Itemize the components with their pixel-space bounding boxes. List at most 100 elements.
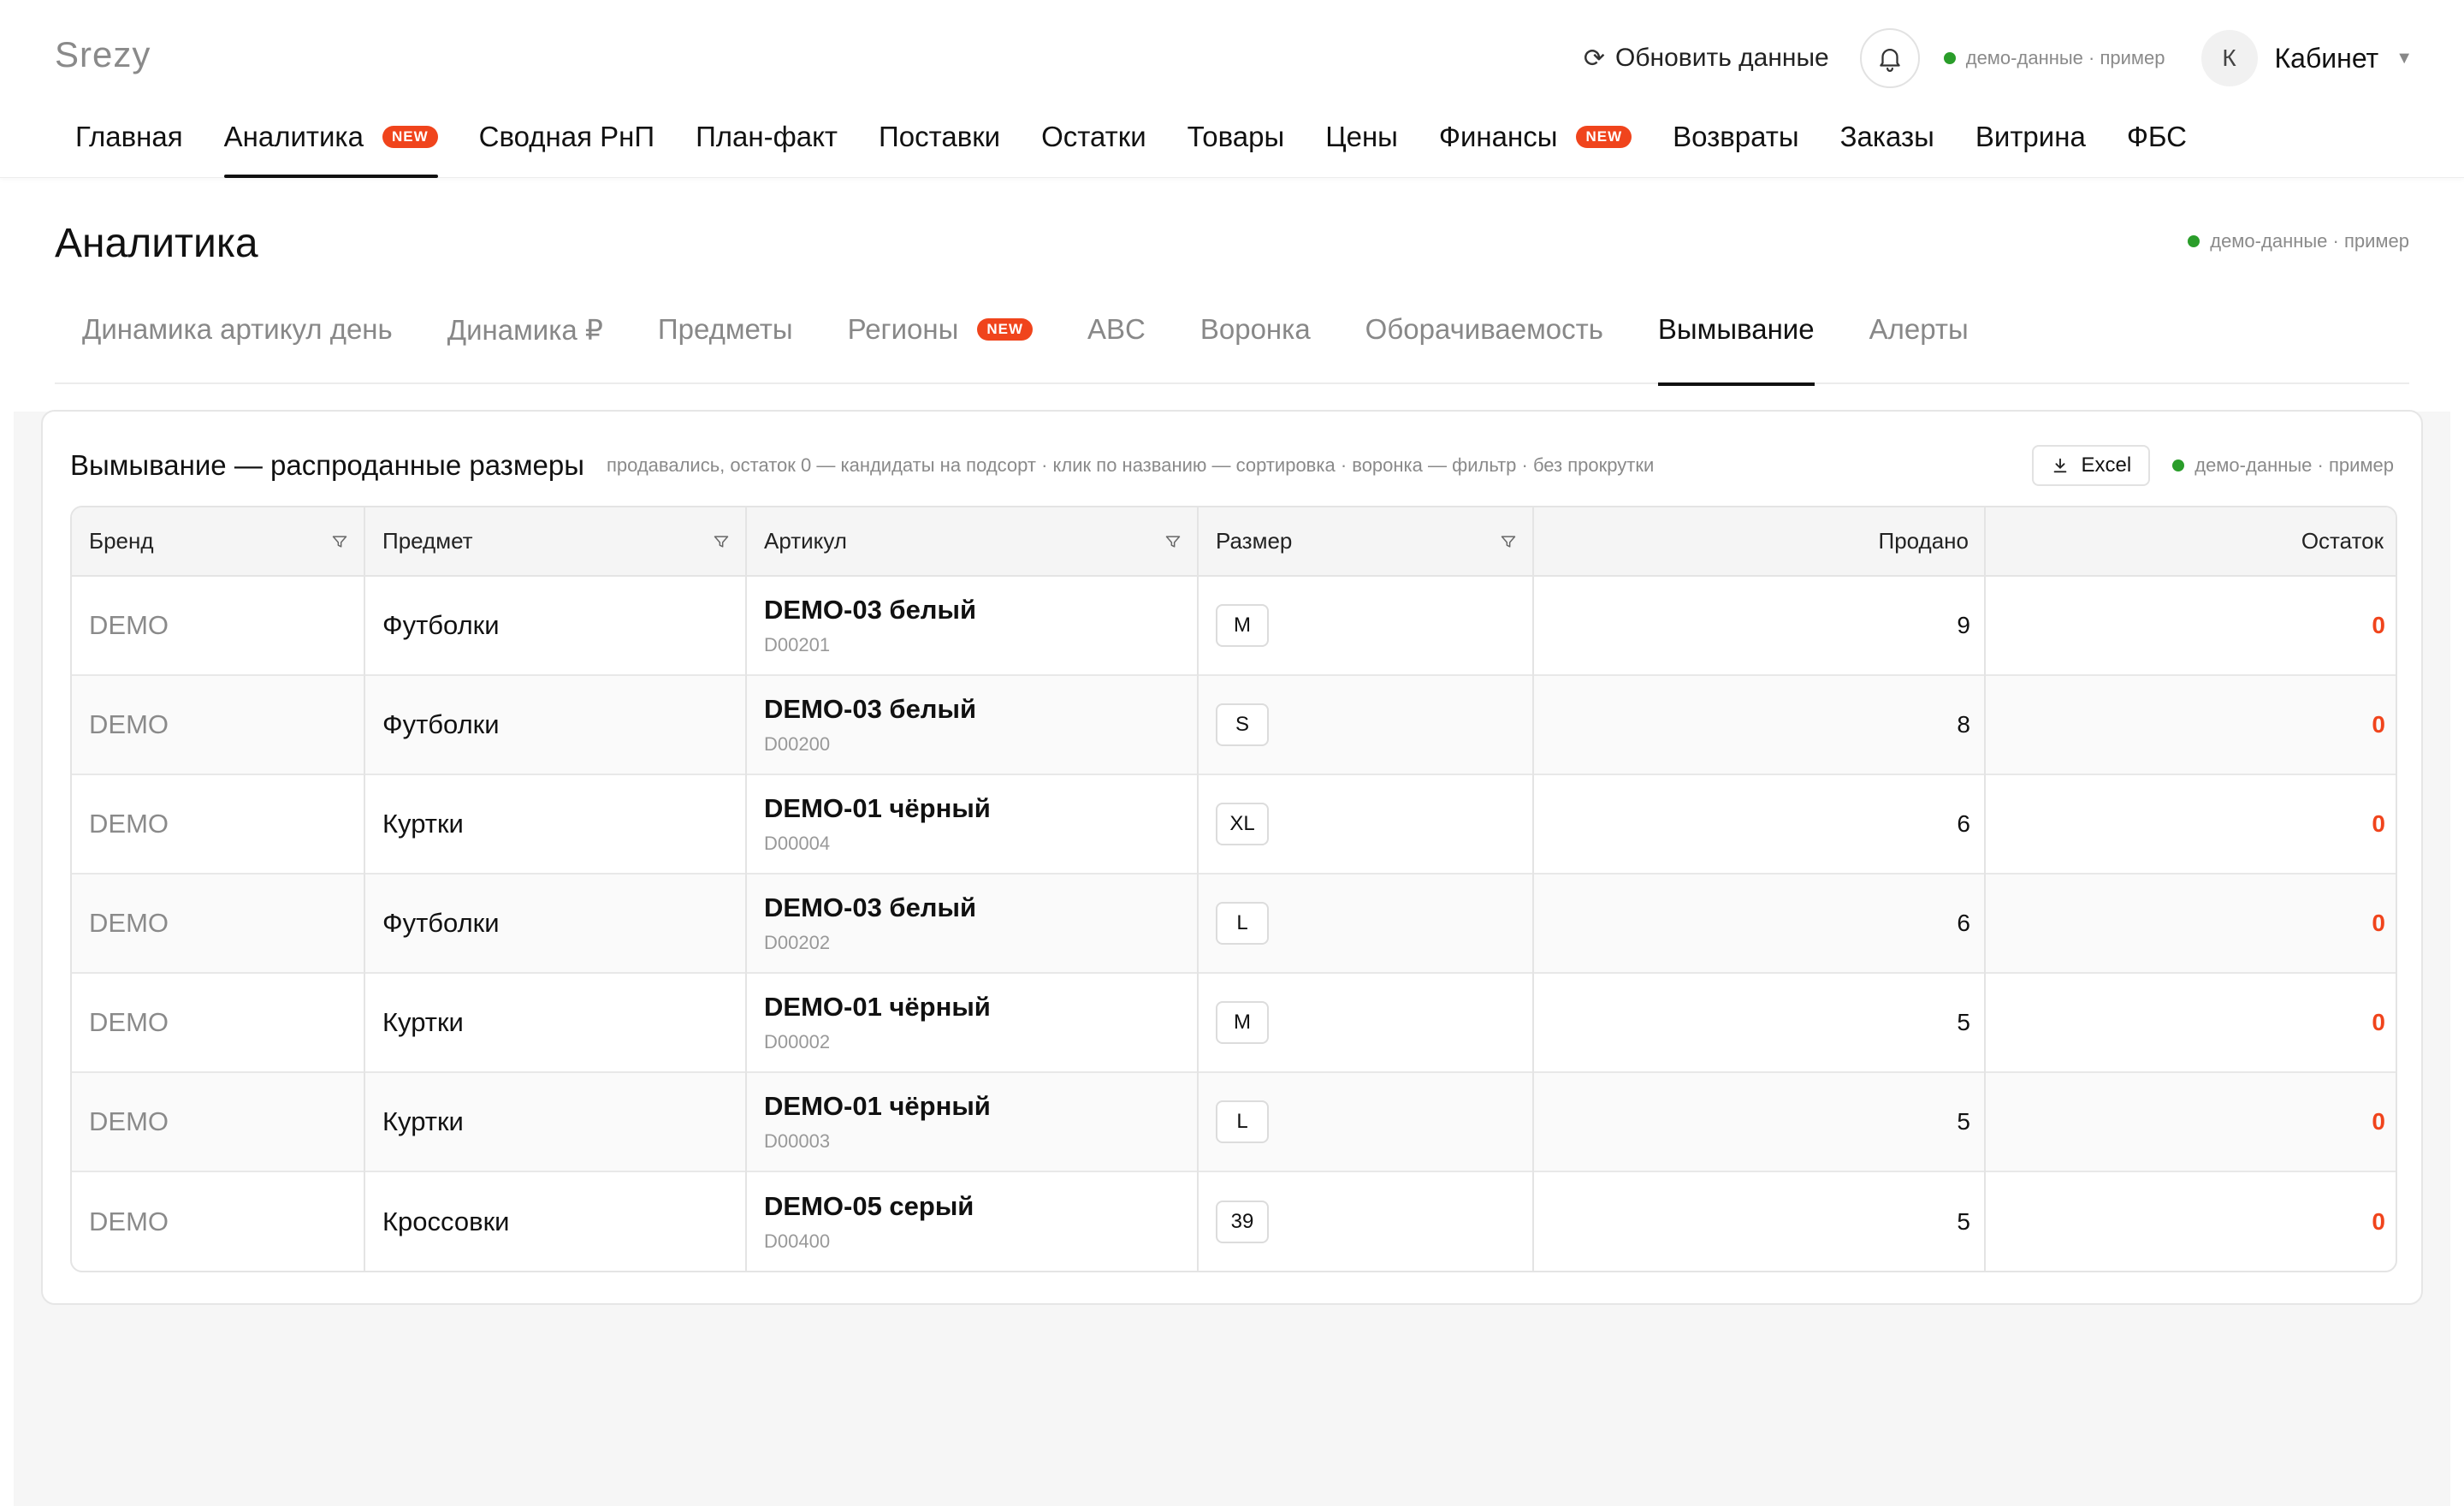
nav-label: Цены [1325, 121, 1398, 152]
nav-label: Сводная РнП [478, 121, 655, 152]
excel-export-button[interactable]: Excel [2031, 445, 2151, 486]
nav-item-prices[interactable]: Цены [1325, 116, 1398, 178]
tab-article-dynamics-day[interactable]: Динамика артикул день [82, 299, 393, 384]
refresh-icon: ⟳ [1583, 44, 1605, 73]
nav-item-showcase[interactable]: Витрина [1975, 116, 2086, 178]
column-header-subject[interactable]: Предмет [364, 507, 747, 577]
cell-sold: 6 [1533, 874, 1986, 973]
table-row[interactable]: DEMO Куртки DEMO-01 чёрный D00003 L 5 0 [72, 1072, 2396, 1171]
nav-label: План-факт [696, 121, 838, 152]
nav-item-analytics[interactable]: Аналитика NEW [223, 116, 438, 178]
table-row[interactable]: DEMO Куртки DEMO-01 чёрный D00004 XL 6 0 [72, 774, 2396, 874]
nav-item-products[interactable]: Товары [1188, 116, 1285, 178]
page-title: Аналитика [55, 221, 258, 266]
nav-item-home[interactable]: Главная [75, 116, 183, 178]
tab-washout[interactable]: Вымывание [1657, 299, 1815, 386]
tab-turnover[interactable]: Оборачиваемость [1365, 299, 1603, 384]
article-name[interactable]: DEMO-05 серый [764, 1191, 1180, 1222]
cell-subject: Куртки [364, 973, 747, 1072]
column-header-sold[interactable]: Продано [1533, 507, 1986, 577]
cell-size: 39 [1198, 1171, 1534, 1271]
cell-subject: Футболки [364, 576, 747, 675]
app-header: Srezy ⟳ Обновить данные демо-данные · пр… [0, 0, 2464, 178]
nav-item-returns[interactable]: Возвраты [1673, 116, 1798, 178]
nav-label: Возвраты [1673, 121, 1799, 152]
chevron-down-icon: ▼ [2396, 48, 2413, 68]
column-header-article[interactable]: Артикул [746, 507, 1199, 577]
nav-item-plan-fact[interactable]: План-факт [696, 116, 838, 178]
cell-subject: Футболки [364, 874, 747, 973]
tab-dynamics-rub[interactable]: Динамика ₽ [447, 299, 603, 384]
table-row[interactable]: DEMO Кроссовки DEMO-05 серый D00400 39 5 … [72, 1171, 2396, 1271]
nav-label: Товары [1187, 121, 1285, 152]
nav-item-supplies[interactable]: Поставки [879, 116, 1000, 178]
tab-label: Регионы [847, 313, 959, 345]
app-logo[interactable]: Srezy [55, 34, 151, 75]
nav-item-pnl-summary[interactable]: Сводная РнП [479, 116, 654, 178]
demo-status-label: демо-данные · пример [1965, 47, 2165, 68]
cell-brand: DEMO [72, 1171, 365, 1271]
cabinet-label: Кабинет [2274, 42, 2379, 74]
column-label: Бренд [89, 528, 154, 554]
article-code: D00400 [764, 1230, 831, 1252]
cell-sold: 5 [1533, 1072, 1986, 1171]
size-chip: XL [1216, 803, 1269, 845]
cell-brand: DEMO [72, 675, 365, 774]
tab-subjects[interactable]: Предметы [658, 299, 793, 384]
nav-label: Остатки [1041, 121, 1146, 152]
column-label: Остаток [2301, 528, 2384, 554]
notifications-button[interactable] [1859, 28, 1920, 88]
column-header-brand[interactable]: Бренд [72, 507, 365, 577]
article-name[interactable]: DEMO-01 чёрный [764, 1091, 1180, 1122]
tab-funnel[interactable]: Воронка [1200, 299, 1311, 384]
table-row[interactable]: DEMO Футболки DEMO-03 белый D00201 M 9 0 [72, 576, 2396, 675]
tab-label: Динамика ₽ [447, 313, 603, 346]
header-actions: ⟳ Обновить данные демо-данные · пример К… [1584, 27, 2413, 89]
article-name[interactable]: DEMO-03 белый [764, 892, 1180, 923]
filter-icon[interactable] [1500, 533, 1517, 550]
article-code: D00003 [764, 1130, 831, 1152]
article-name[interactable]: DEMO-01 чёрный [764, 793, 1180, 824]
article-code: D00200 [764, 733, 831, 755]
status-dot [2172, 460, 2185, 471]
cell-stock: 0 [2372, 1207, 2385, 1235]
cell-article: DEMO-01 чёрный D00003 [746, 1072, 1199, 1171]
article-code: D00002 [764, 1031, 831, 1052]
cell-sold: 6 [1533, 774, 1986, 874]
main-nav: Главная Аналитика NEW Сводная РнП План-фа… [75, 116, 2228, 178]
cell-sold: 8 [1533, 675, 1986, 774]
excel-label: Excel [2081, 454, 2132, 477]
size-chip: L [1216, 902, 1269, 945]
page-demo-status: демо-данные · пример [2188, 230, 2409, 252]
column-header-stock[interactable]: Остаток [1985, 507, 2396, 577]
tab-alerts[interactable]: Алерты [1869, 299, 1969, 384]
new-badge: NEW [1576, 126, 1632, 148]
filter-icon[interactable] [331, 533, 348, 550]
cell-article: DEMO-03 белый D00202 [746, 874, 1199, 973]
cabinet-menu[interactable]: К Кабинет ▼ [2200, 30, 2413, 86]
status-dot [2188, 235, 2200, 247]
filter-icon[interactable] [1164, 533, 1182, 550]
cell-brand: DEMO [72, 874, 365, 973]
tab-abc[interactable]: ABC [1087, 299, 1146, 384]
tab-regions[interactable]: Регионы NEW [848, 299, 1033, 384]
size-chip: M [1216, 1001, 1269, 1044]
table-row[interactable]: DEMO Куртки DEMO-01 чёрный D00002 M 5 0 [72, 973, 2396, 1072]
washout-card: Вымывание — распроданные размеры продава… [41, 410, 2423, 1305]
article-name[interactable]: DEMO-03 белый [764, 595, 1180, 626]
cell-article: DEMO-01 чёрный D00002 [746, 973, 1199, 1072]
refresh-data-button[interactable]: ⟳ Обновить данные [1584, 44, 1829, 74]
card-hint: продавались, остаток 0 — кандидаты на по… [606, 454, 1655, 476]
column-header-size[interactable]: Размер [1198, 507, 1534, 577]
nav-item-stock[interactable]: Остатки [1041, 116, 1146, 178]
table-row[interactable]: DEMO Футболки DEMO-03 белый D00200 S 8 0 [72, 675, 2396, 774]
article-name[interactable]: DEMO-01 чёрный [764, 992, 1180, 1023]
table-row[interactable]: DEMO Футболки DEMO-03 белый D00202 L 6 0 [72, 874, 2396, 973]
article-name[interactable]: DEMO-03 белый [764, 694, 1180, 725]
nav-item-fbs[interactable]: ФБС [2127, 116, 2187, 178]
card-demo-status: демо-данные · пример [2172, 454, 2394, 477]
filter-icon[interactable] [713, 533, 730, 550]
nav-item-orders[interactable]: Заказы [1840, 116, 1934, 178]
cell-sold: 9 [1533, 576, 1986, 675]
nav-item-finance[interactable]: Финансы NEW [1439, 116, 1632, 178]
